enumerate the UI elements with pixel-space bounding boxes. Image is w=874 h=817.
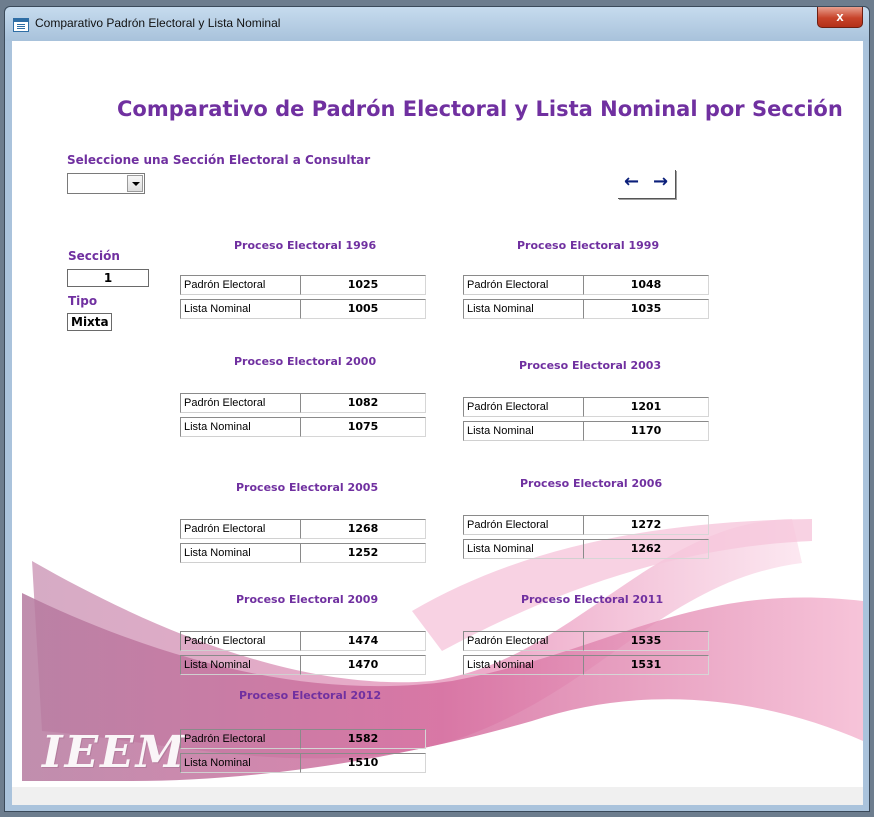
padron-row: Padrón Electoral 1082: [180, 393, 426, 413]
process-title: Proceso Electoral 2003: [519, 359, 662, 372]
padron-value[interactable]: 1582: [300, 729, 426, 749]
select-section-label: Seleccione una Sección Electoral a Consu…: [67, 153, 371, 167]
dropdown-arrow-icon[interactable]: [127, 175, 143, 192]
lista-value[interactable]: 1510: [300, 753, 426, 773]
lista-row: Lista Nominal 1252: [180, 543, 426, 563]
tipo-field[interactable]: Mixta: [67, 313, 112, 331]
lista-label: Lista Nominal: [180, 753, 300, 773]
padron-row: Padrón Electoral 1268: [180, 519, 426, 539]
padron-value[interactable]: 1535: [583, 631, 709, 651]
process-title: Proceso Electoral 2012: [239, 689, 382, 702]
lista-value[interactable]: 1005: [300, 299, 426, 319]
lista-label: Lista Nominal: [180, 655, 300, 675]
lista-value[interactable]: 1252: [300, 543, 426, 563]
next-record-button[interactable]: →: [646, 169, 675, 198]
lista-row: Lista Nominal 1262: [463, 539, 709, 559]
lista-value[interactable]: 1075: [300, 417, 426, 437]
lista-label: Lista Nominal: [463, 421, 583, 441]
padron-label: Padrón Electoral: [180, 393, 300, 413]
tipo-label: Tipo: [68, 294, 98, 308]
process-title: Proceso Electoral 2011: [521, 593, 664, 606]
padron-label: Padrón Electoral: [180, 275, 300, 295]
padron-value[interactable]: 1268: [300, 519, 426, 539]
padron-label: Padrón Electoral: [180, 631, 300, 651]
lista-row: Lista Nominal 1531: [463, 655, 709, 675]
process-title: Proceso Electoral 2006: [520, 477, 663, 490]
lista-value[interactable]: 1035: [583, 299, 709, 319]
form-body: IEEM Comparativo de Padrón Electoral y L…: [12, 41, 863, 805]
padron-value[interactable]: 1272: [583, 515, 709, 535]
lista-label: Lista Nominal: [463, 655, 583, 675]
padron-value[interactable]: 1474: [300, 631, 426, 651]
seccion-field[interactable]: 1: [67, 269, 149, 287]
arrow-right-icon: →: [652, 171, 669, 192]
bottom-strip: [12, 787, 863, 805]
padron-value[interactable]: 1082: [300, 393, 426, 413]
lista-row: Lista Nominal 1170: [463, 421, 709, 441]
lista-row: Lista Nominal 1510: [180, 753, 426, 773]
seccion-label: Sección: [68, 249, 120, 263]
lista-row: Lista Nominal 1075: [180, 417, 426, 437]
process-title: Proceso Electoral 1996: [234, 239, 377, 252]
window-title: Comparativo Padrón Electoral y Lista Nom…: [35, 16, 281, 30]
lista-label: Lista Nominal: [180, 299, 300, 319]
title-bar[interactable]: Comparativo Padrón Electoral y Lista Nom…: [5, 7, 869, 41]
padron-row: Padrón Electoral 1582: [180, 729, 426, 749]
padron-label: Padrón Electoral: [180, 729, 300, 749]
lista-value[interactable]: 1262: [583, 539, 709, 559]
ieem-logo: IEEM: [42, 727, 187, 778]
padron-row: Padrón Electoral 1201: [463, 397, 709, 417]
padron-label: Padrón Electoral: [463, 275, 583, 295]
lista-label: Lista Nominal: [180, 543, 300, 563]
padron-label: Padrón Electoral: [180, 519, 300, 539]
lista-label: Lista Nominal: [463, 539, 583, 559]
lista-row: Lista Nominal 1035: [463, 299, 709, 319]
padron-label: Padrón Electoral: [463, 397, 583, 417]
padron-row: Padrón Electoral 1474: [180, 631, 426, 651]
padron-label: Padrón Electoral: [463, 515, 583, 535]
padron-row: Padrón Electoral 1272: [463, 515, 709, 535]
section-combo-box[interactable]: [67, 173, 145, 194]
padron-row: Padrón Electoral 1048: [463, 275, 709, 295]
arrow-left-icon: ←: [623, 171, 640, 192]
lista-label: Lista Nominal: [180, 417, 300, 437]
close-button[interactable]: x: [817, 7, 863, 28]
padron-row: Padrón Electoral 1025: [180, 275, 426, 295]
lista-row: Lista Nominal 1005: [180, 299, 426, 319]
lista-value[interactable]: 1170: [583, 421, 709, 441]
previous-record-button[interactable]: ←: [617, 169, 646, 198]
padron-value[interactable]: 1048: [583, 275, 709, 295]
form-icon: [13, 18, 29, 32]
lista-value[interactable]: 1531: [583, 655, 709, 675]
form-title: Comparativo de Padrón Electoral y Lista …: [117, 97, 843, 121]
padron-value[interactable]: 1025: [300, 275, 426, 295]
process-title: Proceso Electoral 2005: [236, 481, 379, 494]
padron-value[interactable]: 1201: [583, 397, 709, 417]
padron-label: Padrón Electoral: [463, 631, 583, 651]
process-title: Proceso Electoral 1999: [517, 239, 660, 252]
process-title: Proceso Electoral 2009: [236, 593, 379, 606]
padron-row: Padrón Electoral 1535: [463, 631, 709, 651]
app-window: Comparativo Padrón Electoral y Lista Nom…: [4, 6, 870, 812]
lista-row: Lista Nominal 1470: [180, 655, 426, 675]
lista-value[interactable]: 1470: [300, 655, 426, 675]
lista-label: Lista Nominal: [463, 299, 583, 319]
process-title: Proceso Electoral 2000: [234, 355, 377, 368]
